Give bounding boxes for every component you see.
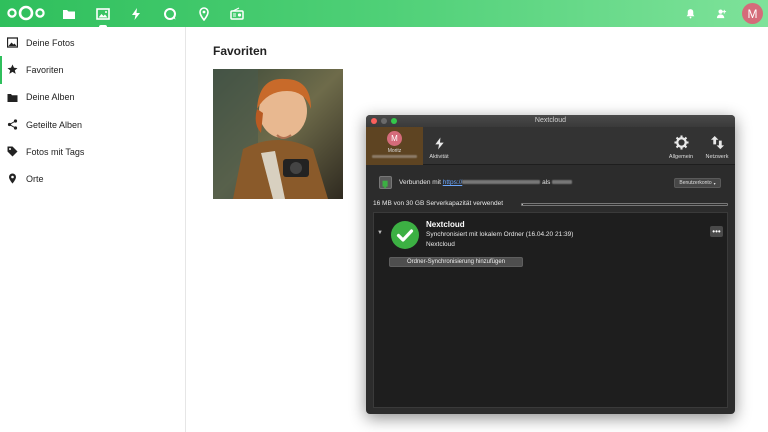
sidebar-item-favoriten[interactable]: Favoriten <box>0 56 185 84</box>
sidebar-item-geteilte-alben[interactable]: Geteilte Alben <box>0 111 185 138</box>
user-avatar[interactable]: M <box>742 3 763 24</box>
share-icon <box>7 119 18 130</box>
add-folder-sync-button[interactable]: Ordner-Synchronisierung hinzufügen <box>389 257 523 267</box>
sync-folder-subtitle: Nextcloud <box>426 241 455 248</box>
page-title: Favoriten <box>213 44 268 58</box>
photos-icon[interactable] <box>93 4 113 28</box>
server-url-link[interactable]: https:// <box>443 179 541 186</box>
sidebar-item-deine-alben[interactable]: Deine Alben <box>0 84 185 111</box>
window-titlebar: Nextcloud <box>366 115 735 127</box>
network-settings-button[interactable]: Netzwerk <box>701 127 733 165</box>
connection-infix: als <box>542 179 551 186</box>
sidebar-item-label: Deine Fotos <box>26 37 75 48</box>
image-icon <box>7 37 18 48</box>
top-bar: M <box>0 0 768 28</box>
network-arrows-icon <box>710 135 724 150</box>
sidebar-item-label: Favoriten <box>26 64 64 75</box>
connection-prefix: Verbunden mit <box>399 179 441 186</box>
connection-status-row: Verbunden mit https:// als <box>379 176 722 190</box>
nextcloud-logo-icon[interactable] <box>6 5 46 21</box>
account-server-redacted <box>372 155 417 158</box>
quota-progress-bar <box>521 203 728 206</box>
tag-icon <box>7 146 18 157</box>
quota-text: 16 MB von 30 GB Serverkapazität verwende… <box>373 200 504 207</box>
sidebar: Deine Fotos Favoriten Deine Alben Geteil… <box>0 27 186 432</box>
nextcloud-client-window: Nextcloud M Moritz Aktivität Allgemein N… <box>366 115 735 414</box>
talk-icon[interactable] <box>160 4 180 24</box>
radio-icon[interactable] <box>227 4 247 24</box>
sidebar-item-deine-fotos[interactable]: Deine Fotos <box>0 29 185 56</box>
collapse-caret-icon[interactable]: ▼ <box>377 230 383 236</box>
connection-status-text: Verbunden mit https:// als <box>399 179 573 186</box>
activity-label: Aktivität <box>429 154 449 160</box>
client-toolbar: M Moritz Aktivität Allgemein Netzwerk <box>366 127 735 165</box>
account-avatar: M <box>387 131 402 146</box>
window-title: Nextcloud <box>534 117 567 124</box>
general-settings-button[interactable]: Allgemein <box>665 127 697 165</box>
sidebar-item-label: Deine Alben <box>26 92 75 103</box>
folder-more-options-button[interactable]: ••• <box>710 226 723 237</box>
activity-icon <box>434 137 444 150</box>
sidebar-item-label: Geteilte Alben <box>26 119 83 130</box>
activity-icon[interactable] <box>126 4 146 24</box>
sync-folder-status: Synchronisiert mit lokalem Ordner (16.04… <box>426 231 574 238</box>
activity-button[interactable]: Aktivität <box>424 127 454 165</box>
quota-progress-fill <box>522 204 524 205</box>
star-icon <box>7 64 18 75</box>
account-button[interactable]: M Moritz <box>366 127 423 165</box>
sidebar-item-fotos-mit-tags[interactable]: Fotos mit Tags <box>0 138 185 165</box>
maps-icon[interactable] <box>194 4 214 24</box>
account-dropdown[interactable]: Benutzerkonto ▾ <box>674 178 721 188</box>
favorite-photo-thumbnail[interactable] <box>213 69 343 199</box>
account-name: Moritz <box>387 148 402 154</box>
files-icon[interactable] <box>59 4 79 24</box>
network-label: Netzwerk <box>705 154 729 160</box>
contacts-icon[interactable] <box>713 5 729 21</box>
username-redacted <box>552 180 573 185</box>
chevron-down-icon: ▾ <box>713 180 716 186</box>
server-status-icon <box>379 176 392 189</box>
more-dots-icon: ••• <box>712 226 721 236</box>
notifications-icon[interactable] <box>682 5 698 21</box>
general-label: Allgemein <box>668 154 694 160</box>
location-icon <box>9 173 16 184</box>
sync-folder-name: Nextcloud <box>426 220 465 229</box>
sync-folder-list: ▼ Nextcloud Synchronisiert mit lokalem O… <box>373 212 728 408</box>
gear-icon <box>673 135 689 150</box>
sidebar-item-label: Orte <box>26 174 44 185</box>
folder-icon <box>7 93 18 102</box>
sidebar-item-orte[interactable]: Orte <box>0 165 185 192</box>
sidebar-item-label: Fotos mit Tags <box>26 146 85 157</box>
sync-ok-icon <box>391 221 419 249</box>
